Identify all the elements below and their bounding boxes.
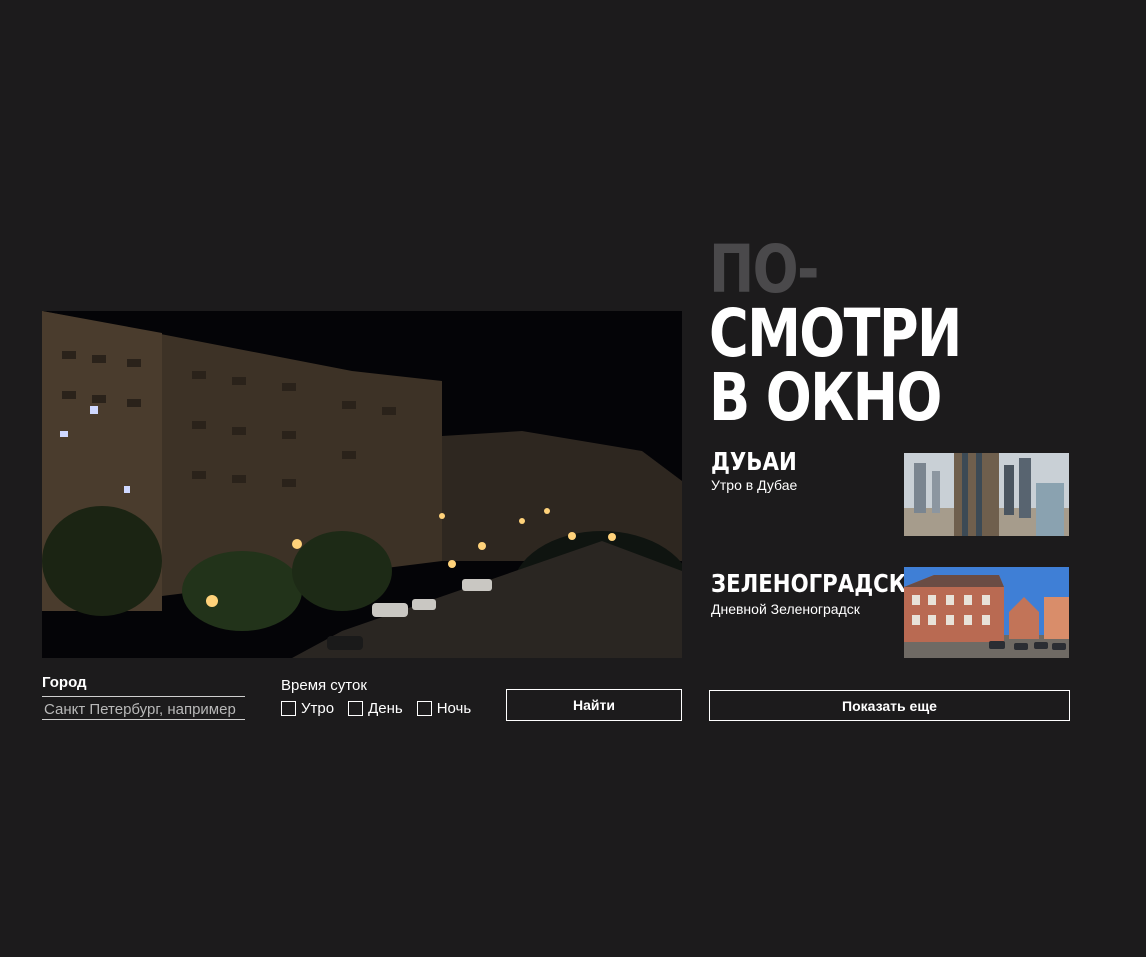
checkbox-day[interactable] [348, 701, 364, 716]
title-line-1: ПО- [709, 231, 819, 308]
show-more-button[interactable]: Показать еще [709, 690, 1070, 721]
time-of-day-label: Время суток [281, 677, 367, 694]
card-thumbnail-zelenogradsk[interactable] [904, 567, 1069, 658]
card-title: ЗЕЛЕНОГРАДСК [711, 569, 907, 598]
card-title: ДУЬАИ [711, 447, 797, 476]
city-label: Город [42, 674, 87, 691]
city-input[interactable] [42, 696, 245, 720]
checkbox-day-label[interactable]: День [368, 700, 403, 717]
checkbox-morning[interactable] [281, 701, 296, 716]
card-dubai[interactable]: ДУЬАИ [711, 449, 812, 475]
search-button[interactable]: Найти [506, 689, 682, 721]
title-line-2: СМОТРИ [709, 295, 962, 372]
title-line-3: В ОКНО [709, 359, 942, 436]
card-thumbnail-dubai[interactable] [904, 453, 1069, 536]
checkbox-night-label[interactable]: Ночь [437, 700, 471, 717]
page-title: ПО- СМОТРИ В ОКНО [709, 231, 962, 436]
time-of-day-options: Утро День Ночь [281, 700, 485, 717]
card-subtitle: Дневной Зеленоградск [711, 601, 860, 617]
checkbox-night[interactable] [416, 701, 432, 716]
checkbox-morning-label[interactable]: Утро [301, 700, 334, 717]
main-window-photo [42, 311, 682, 658]
card-subtitle: Утро в Дубае [711, 477, 798, 493]
